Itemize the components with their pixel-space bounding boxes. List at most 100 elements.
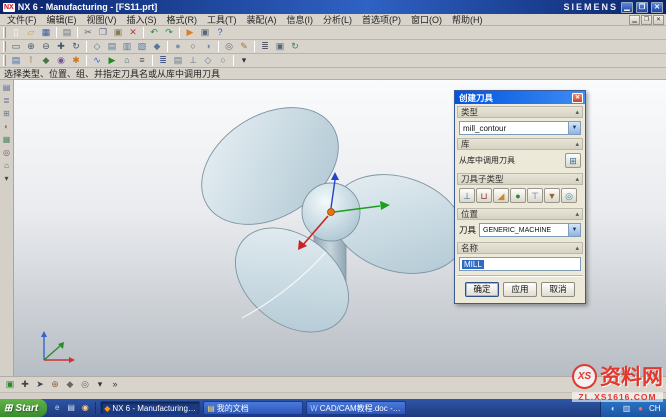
front-view-icon[interactable]: ▤ (105, 40, 119, 53)
menu-help[interactable]: 帮助(H) (447, 14, 488, 26)
location-section-header[interactable]: 位置 ▴ (457, 208, 583, 220)
create-operation-icon[interactable]: ✱ (69, 54, 83, 67)
quick-launch-desktop-icon[interactable]: ▤ (65, 402, 77, 414)
create-tool-icon[interactable]: ⊺ (24, 54, 38, 67)
start-module-icon[interactable]: ▶ (183, 26, 197, 39)
wireframe-display-icon[interactable]: ○ (186, 40, 200, 53)
ball-mill-button[interactable]: ⊔ (476, 188, 492, 203)
paste-icon[interactable]: ▣ (111, 26, 125, 39)
mill-tool-button[interactable]: ⊥ (459, 188, 475, 203)
maximize-button[interactable]: ❐ (636, 2, 648, 13)
tray-language-icon[interactable]: CH (649, 403, 660, 414)
tray-network-icon[interactable]: ▥ (621, 403, 632, 414)
operation-navigator-icon[interactable]: ⊞ (1, 108, 13, 120)
select-arrow-icon[interactable]: ➤ (33, 378, 47, 391)
close-button[interactable]: ✕ (651, 2, 663, 13)
assembly-navigator-icon[interactable]: ▤ (1, 82, 13, 94)
program-order-view-icon[interactable]: ▤ (171, 54, 185, 67)
verify-toolpath-icon[interactable]: ▶ (105, 54, 119, 67)
copy-icon[interactable]: ❐ (96, 26, 110, 39)
create-method-icon[interactable]: ◉ (54, 54, 68, 67)
dialog-close-icon[interactable]: ✕ (572, 93, 583, 103)
ok-button[interactable]: 确定 (465, 282, 499, 297)
customize-icon[interactable]: ▾ (237, 54, 251, 67)
create-program-icon[interactable]: ▤ (9, 54, 23, 67)
top-view-icon[interactable]: ▥ (120, 40, 134, 53)
layer-settings-icon[interactable]: ≣ (258, 40, 272, 53)
geometry-view-icon[interactable]: ◇ (201, 54, 215, 67)
menu-format[interactable]: 格式(R) (162, 14, 203, 26)
part-navigator-icon[interactable]: ≣ (1, 95, 13, 107)
more-options-icon[interactable]: » (108, 378, 122, 391)
method-view-icon[interactable]: ○ (216, 54, 230, 67)
retrieve-tool-from-library-button[interactable]: ⊞ (565, 153, 581, 168)
redo-icon[interactable]: ↷ (162, 26, 176, 39)
tool-location-combo[interactable]: GENERIC_MACHINE ▼ (479, 223, 581, 237)
help-icon[interactable]: ? (213, 26, 227, 39)
post-process-icon[interactable]: ≡ (135, 54, 149, 67)
menu-view[interactable]: 视图(V) (82, 14, 122, 26)
right-view-icon[interactable]: ▧ (135, 40, 149, 53)
quick-launch-media-icon[interactable]: ◉ (79, 402, 91, 414)
tool-name-input[interactable]: MILL (459, 257, 581, 271)
tool-subtype-section-header[interactable]: 刀具子类型 ▴ (457, 173, 583, 185)
pan-icon[interactable]: ✚ (54, 40, 68, 53)
mdi-close-button[interactable]: ✕ (653, 15, 664, 25)
open-file-icon[interactable]: ▱ (24, 26, 38, 39)
zoom-out-icon[interactable]: ⊖ (39, 40, 53, 53)
taskbar-button-word-document[interactable]: WCAD/CAM教程.doc - Mi... (306, 401, 406, 415)
delete-icon[interactable]: ✕ (126, 26, 140, 39)
machine-tool-view-icon[interactable]: ⊥ (186, 54, 200, 67)
selection-scope-icon[interactable]: ▣ (3, 378, 17, 391)
tray-antivirus-icon[interactable]: ● (635, 403, 646, 414)
menu-edit[interactable]: 编辑(E) (42, 14, 82, 26)
fit-view-icon[interactable]: ▭ (9, 40, 23, 53)
cancel-button[interactable]: 取消 (541, 282, 575, 297)
library-section-header[interactable]: 库 ▴ (457, 138, 583, 150)
edit-object-display-icon[interactable]: ✎ (237, 40, 251, 53)
tray-volume-icon[interactable]: ◖ (607, 403, 618, 414)
simulate-machine-icon[interactable]: ⌂ (120, 54, 134, 67)
menu-file[interactable]: 文件(F) (2, 14, 42, 26)
roles-icon[interactable]: ◎ (1, 147, 13, 159)
undo-icon[interactable]: ↶ (147, 26, 161, 39)
wcs-triad-icon[interactable] (36, 328, 76, 368)
palette-icon[interactable]: ▦ (1, 134, 13, 146)
chevron-down-icon[interactable]: ▼ (568, 122, 580, 134)
quick-launch-browser-icon[interactable]: e (51, 402, 63, 414)
zoom-in-icon[interactable]: ⊕ (24, 40, 38, 53)
cut-icon[interactable]: ✂ (81, 26, 95, 39)
toolbar-grip[interactable] (3, 27, 6, 38)
rotate-view-icon[interactable]: ↻ (69, 40, 83, 53)
name-section-header[interactable]: 名称 ▴ (457, 242, 583, 254)
start-button[interactable]: ⊞ Start (0, 399, 47, 417)
menu-analysis[interactable]: 分析(L) (318, 14, 357, 26)
toolbar-grip[interactable] (3, 55, 6, 66)
save-icon[interactable]: ▦ (39, 26, 53, 39)
center-snap-icon[interactable]: ◎ (78, 378, 92, 391)
propeller-model[interactable] (168, 100, 498, 350)
type-combo[interactable]: mill_contour ▼ (459, 121, 581, 135)
history-icon[interactable]: ◐ (1, 121, 13, 133)
studio-display-icon[interactable]: ◑ (201, 40, 215, 53)
menu-insert[interactable]: 插入(S) (122, 14, 162, 26)
isometric-view-icon[interactable]: ◆ (150, 40, 164, 53)
menu-tools[interactable]: 工具(T) (202, 14, 242, 26)
chevron-down-icon[interactable]: ▼ (568, 224, 580, 236)
minimize-button[interactable]: ▁ (621, 2, 633, 13)
system-materials-icon[interactable]: ⌂ (1, 160, 13, 172)
t-cutter-button[interactable]: ⊤ (527, 188, 543, 203)
shaded-display-icon[interactable]: ● (171, 40, 185, 53)
drill-tool-button[interactable]: ▼ (544, 188, 560, 203)
chamfer-mill-button[interactable]: ◢ (493, 188, 509, 203)
apply-button[interactable]: 应用 (503, 282, 537, 297)
tool-carrier-button[interactable]: ◎ (561, 188, 577, 203)
refresh-icon[interactable]: ↻ (288, 40, 302, 53)
snap-point-icon[interactable]: ⊕ (48, 378, 62, 391)
generate-toolpath-icon[interactable]: ∿ (90, 54, 104, 67)
menu-window[interactable]: 窗口(O) (406, 14, 447, 26)
show-hide-icon[interactable]: ◎ (222, 40, 236, 53)
taskbar-button-my-documents[interactable]: ▤我的文档 (203, 401, 303, 415)
mdi-restore-button[interactable]: ❐ (641, 15, 652, 25)
toolbar-grip[interactable] (3, 41, 6, 52)
